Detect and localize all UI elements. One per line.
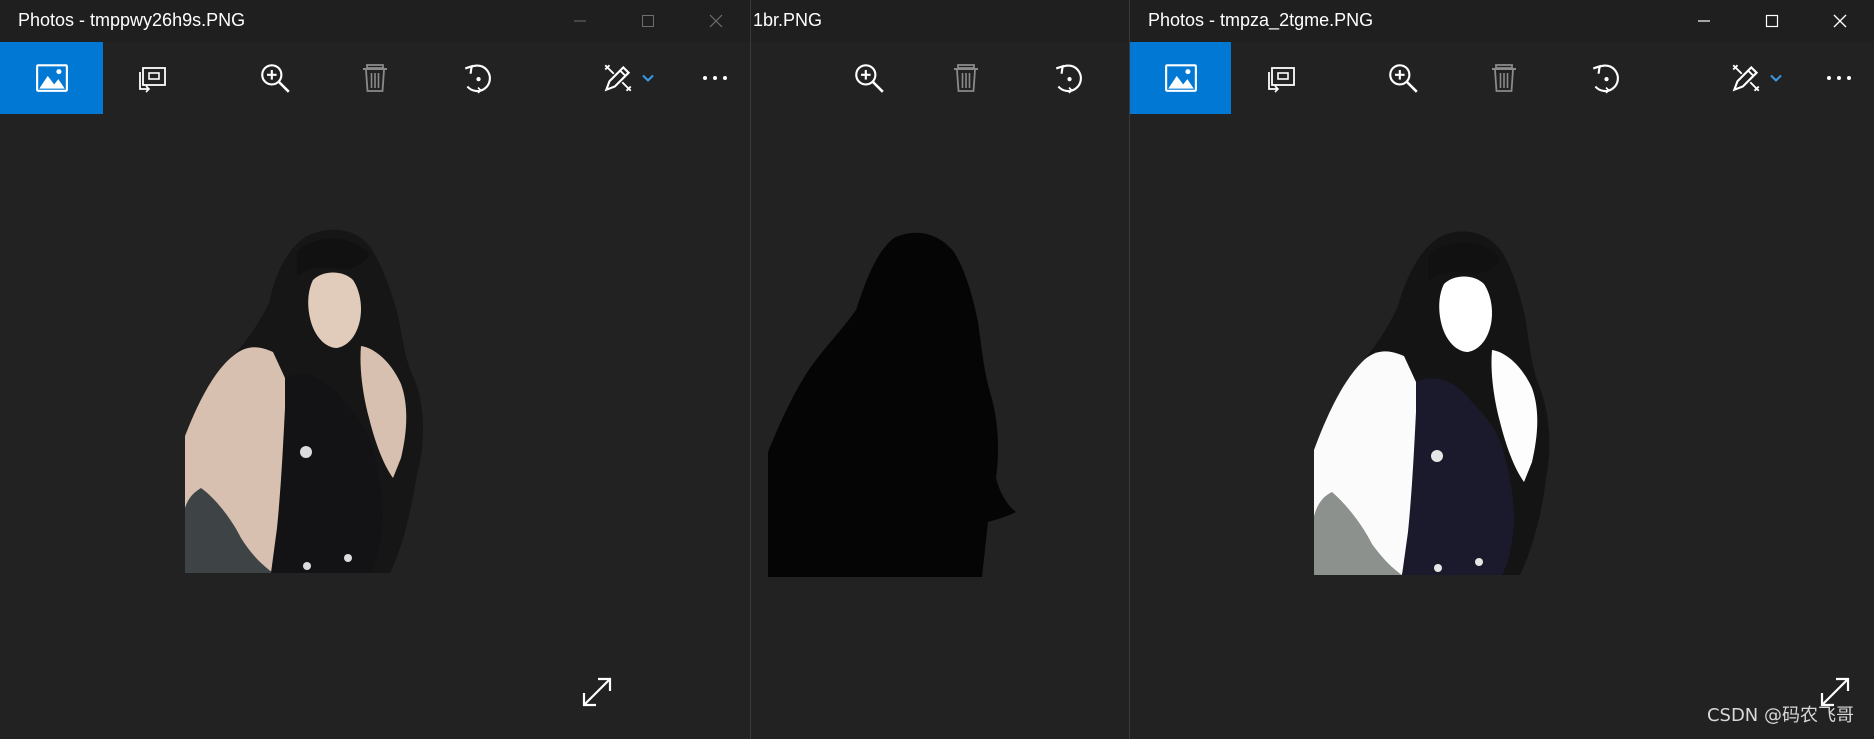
slideshow-button[interactable] <box>118 42 188 114</box>
zoom-in-icon <box>261 64 290 93</box>
more-icon <box>1827 76 1851 80</box>
csdn-watermark: CSDN @码农飞哥 <box>1706 705 1854 726</box>
edit-create-button[interactable] <box>1718 42 1793 114</box>
image-canvas[interactable] <box>751 114 1129 739</box>
toolbar <box>1130 42 1874 114</box>
delete-button[interactable] <box>340 42 410 114</box>
maximize-icon <box>1765 14 1779 28</box>
delete-icon <box>363 64 387 92</box>
photos-window-result: Photos - tmpza_2tgme.PNG <box>1130 0 1874 739</box>
chevron-down-icon <box>1769 74 1782 82</box>
zoom-in-icon <box>855 64 884 93</box>
image-icon <box>1164 64 1197 92</box>
window-title: Photos - tmpza_2tgme.PNG <box>1148 10 1374 30</box>
delete-icon <box>954 64 978 92</box>
image-canvas[interactable] <box>1130 114 1874 739</box>
more-options-button[interactable] <box>680 42 750 114</box>
title-bar[interactable]: Photos - tmppwy26h9s.PNG <box>0 0 750 42</box>
original-photo <box>185 229 424 573</box>
result-photo <box>1314 231 1550 575</box>
slideshow-button[interactable] <box>1247 42 1317 114</box>
rotate-button[interactable] <box>1034 42 1104 114</box>
window-divider <box>750 0 751 739</box>
edit-create-icon <box>1731 64 1759 92</box>
minimize-icon <box>1698 20 1710 22</box>
window-title: 1br.PNG <box>753 10 823 30</box>
zoom-in-button[interactable] <box>1368 42 1438 114</box>
window-title: Photos - tmppwy26h9s.PNG <box>18 10 246 30</box>
close-button[interactable] <box>682 0 750 42</box>
close-icon <box>1833 14 1847 28</box>
zoom-in-button[interactable] <box>240 42 310 114</box>
view-image-button[interactable] <box>0 42 103 114</box>
toolbar <box>751 42 1129 114</box>
title-bar[interactable]: Photos - tmpza_2tgme.PNG <box>1130 0 1874 42</box>
minimize-button[interactable] <box>546 0 614 42</box>
photos-window-mask: 1br.PNG <box>751 0 1129 739</box>
image-icon <box>35 64 68 92</box>
chevron-down-icon <box>641 74 654 82</box>
window-divider <box>1129 0 1130 739</box>
view-image-button[interactable] <box>1130 42 1231 114</box>
rotate-icon <box>1055 64 1082 94</box>
maximize-button[interactable] <box>614 0 682 42</box>
slideshow-icon <box>1268 67 1295 93</box>
maximize-icon <box>642 15 654 27</box>
delete-button[interactable] <box>931 42 1001 114</box>
rotate-icon <box>1592 64 1619 94</box>
more-options-button[interactable] <box>1804 42 1874 114</box>
rotate-button[interactable] <box>443 42 513 114</box>
title-bar[interactable]: 1br.PNG <box>751 0 1129 42</box>
delete-icon <box>1492 64 1516 92</box>
edit-create-icon <box>603 64 631 92</box>
delete-button[interactable] <box>1469 42 1539 114</box>
toolbar <box>0 42 750 114</box>
image-canvas[interactable] <box>0 114 750 739</box>
expand-icon[interactable] <box>580 675 614 709</box>
edit-create-button[interactable] <box>590 42 665 114</box>
minimize-icon <box>574 20 586 22</box>
maximize-button[interactable] <box>1738 0 1806 42</box>
close-icon <box>709 14 723 28</box>
zoom-in-button[interactable] <box>834 42 904 114</box>
rotate-icon <box>464 64 491 94</box>
desktop: Photos - tmppwy26h9s.PNG 1br.PNG Photos … <box>0 0 1874 739</box>
rotate-button[interactable] <box>1571 42 1641 114</box>
zoom-in-icon <box>1389 64 1418 93</box>
photos-window-original: Photos - tmppwy26h9s.PNG <box>0 0 750 739</box>
window-controls <box>1670 0 1874 42</box>
window-controls <box>546 0 750 42</box>
minimize-button[interactable] <box>1670 0 1738 42</box>
close-button[interactable] <box>1806 0 1874 42</box>
slideshow-icon <box>139 67 166 93</box>
mask-photo <box>768 232 1016 577</box>
more-icon <box>703 76 727 80</box>
